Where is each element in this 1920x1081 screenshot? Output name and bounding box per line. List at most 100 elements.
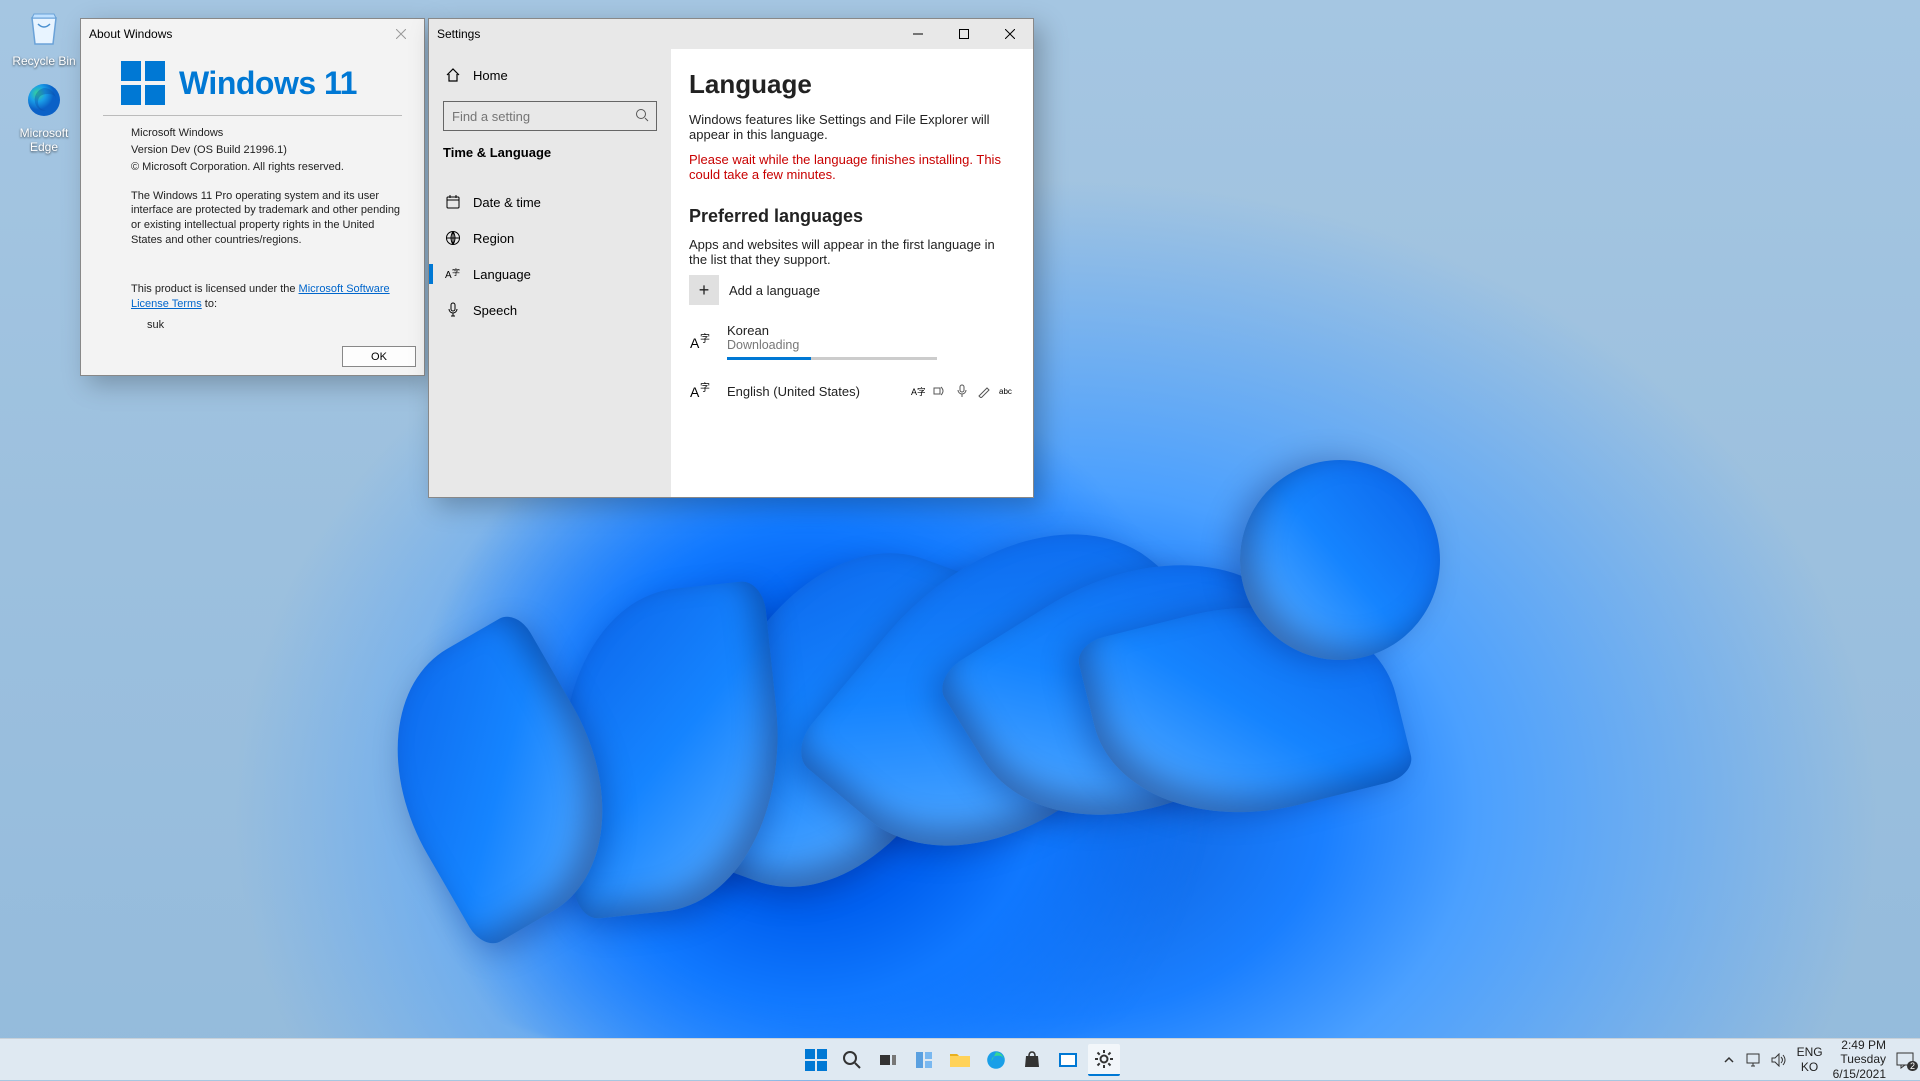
store-button[interactable] [1016, 1044, 1048, 1076]
language-name: English (United States) [727, 384, 899, 399]
start-button[interactable] [800, 1044, 832, 1076]
nav-region[interactable]: Region [443, 220, 657, 256]
close-button[interactable] [987, 19, 1033, 49]
plus-icon: + [689, 275, 719, 305]
tray-overflow-button[interactable] [1723, 1054, 1735, 1066]
search-input[interactable] [443, 101, 657, 131]
page-title: Language [689, 69, 1013, 100]
maximize-button[interactable] [941, 19, 987, 49]
home-icon [445, 67, 461, 83]
svg-text:A: A [445, 270, 452, 281]
search-icon [842, 1050, 862, 1070]
section-description: Apps and websites will appear in the fir… [689, 237, 1013, 267]
search-button[interactable] [836, 1044, 868, 1076]
svg-text:字: 字 [700, 381, 710, 394]
language-icon: A字 [445, 266, 461, 282]
nav-language[interactable]: A字 Language [443, 256, 657, 292]
about-para: The Windows 11 Pro operating system and … [131, 189, 402, 248]
feature-tts-icon [933, 384, 947, 398]
network-button[interactable] [1745, 1053, 1761, 1067]
svg-text:字: 字 [452, 267, 460, 277]
warning-text: Please wait while the language finishes … [689, 152, 1013, 182]
feature-spellcheck-icon: abc [999, 384, 1013, 398]
settings-main: Language Windows features like Settings … [671, 49, 1033, 497]
recycle-bin-icon [22, 6, 66, 50]
about-close-button[interactable] [378, 19, 424, 49]
svg-text:abc: abc [999, 387, 1012, 396]
about-license: This product is licensed under the Micro… [131, 282, 402, 312]
svg-text:A字: A字 [911, 386, 925, 397]
language-item-korean[interactable]: A字 Korean Downloading [689, 323, 1013, 360]
mail-button[interactable] [1052, 1044, 1084, 1076]
ok-button[interactable]: OK [342, 346, 416, 367]
desktop-icon-edge[interactable]: Microsoft Edge [5, 78, 83, 154]
network-icon [1745, 1053, 1761, 1067]
minimize-icon [913, 29, 923, 39]
store-icon [1022, 1050, 1042, 1070]
edge-icon [985, 1049, 1007, 1071]
maximize-icon [959, 29, 969, 39]
settings-titlebar[interactable]: Settings [429, 19, 1033, 49]
download-progress [727, 357, 937, 360]
svg-text:A: A [690, 335, 700, 351]
microphone-icon [445, 302, 461, 318]
search-icon [635, 108, 649, 122]
nav-label: Region [473, 231, 514, 246]
globe-icon [445, 230, 461, 246]
feature-handwriting-icon [977, 384, 991, 398]
gear-icon [1093, 1048, 1115, 1070]
desktop-icon-label: Recycle Bin [5, 54, 83, 68]
about-title: About Windows [89, 27, 172, 41]
windows-logo-icon [121, 61, 165, 105]
add-language-row[interactable]: + Add a language [689, 275, 1013, 305]
start-icon [805, 1049, 827, 1071]
nav-label: Date & time [473, 195, 541, 210]
settings-sidebar: Home Time & Language Date & time Region … [429, 49, 671, 497]
add-language-label: Add a language [729, 283, 820, 298]
section-header: Preferred languages [689, 206, 1013, 227]
volume-icon [1771, 1053, 1787, 1067]
category-header: Time & Language [443, 145, 657, 160]
calendar-icon [445, 194, 461, 210]
mail-icon [1057, 1050, 1079, 1070]
nav-label: Home [473, 68, 508, 83]
divider [103, 115, 402, 116]
widgets-button[interactable] [908, 1044, 940, 1076]
language-name: Korean [727, 323, 1013, 338]
widgets-icon [914, 1050, 934, 1070]
clock-button[interactable]: 2:49 PM Tuesday 6/15/2021 [1833, 1038, 1886, 1081]
chevron-up-icon [1723, 1054, 1735, 1066]
folder-icon [949, 1050, 971, 1070]
about-titlebar[interactable]: About Windows [81, 19, 424, 49]
desktop-icon-label: Microsoft Edge [5, 126, 83, 154]
settings-taskbar-button[interactable] [1088, 1044, 1120, 1076]
feature-display-icon: A字 [911, 384, 925, 398]
settings-title: Settings [437, 27, 480, 41]
svg-text:A: A [690, 384, 700, 400]
volume-button[interactable] [1771, 1053, 1787, 1067]
taskbar: ENG KO 2:49 PM Tuesday 6/15/2021 2 [0, 1038, 1920, 1080]
edge-taskbar-button[interactable] [980, 1044, 1012, 1076]
input-language-button[interactable]: ENG KO [1797, 1045, 1823, 1074]
page-description: Windows features like Settings and File … [689, 112, 1013, 142]
language-status: Downloading [727, 338, 1013, 352]
desktop-icon-recycle-bin[interactable]: Recycle Bin [5, 6, 83, 68]
minimize-button[interactable] [895, 19, 941, 49]
explorer-button[interactable] [944, 1044, 976, 1076]
language-glyph-icon: A字 [689, 378, 715, 404]
nav-home[interactable]: Home [443, 57, 657, 93]
taskview-button[interactable] [872, 1044, 904, 1076]
notifications-button[interactable]: 2 [1896, 1051, 1914, 1069]
taskbar-center [800, 1039, 1120, 1080]
language-item-english[interactable]: A字 English (United States) A字 abc [689, 378, 1013, 404]
nav-speech[interactable]: Speech [443, 292, 657, 328]
language-glyph-icon: A字 [689, 329, 715, 355]
nav-date-time[interactable]: Date & time [443, 184, 657, 220]
close-icon [396, 29, 406, 39]
svg-text:字: 字 [700, 332, 710, 345]
notification-badge: 2 [1907, 1061, 1918, 1071]
feature-speech-icon [955, 384, 969, 398]
nav-label: Language [473, 267, 531, 282]
close-icon [1005, 29, 1015, 39]
about-windows-window: About Windows Windows 11 Microsoft Windo… [80, 18, 425, 376]
